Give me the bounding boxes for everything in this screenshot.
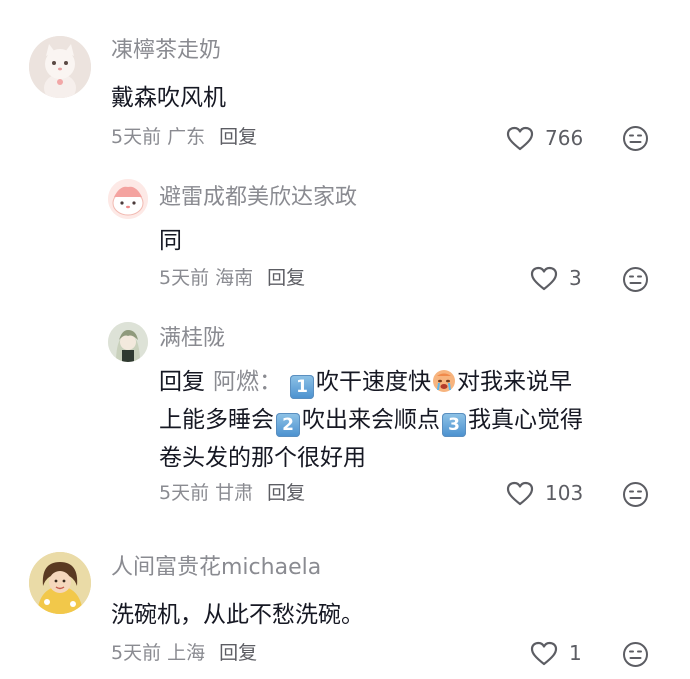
crying-emoji-icon [433,370,455,392]
neutral-face-icon[interactable] [622,125,649,156]
comment-text: 同 [159,228,182,254]
neutral-face-icon[interactable] [622,266,649,297]
comment-line: 回复 阿燃： 1 吹干速度快 对我来说早 [159,363,669,401]
neutral-face-icon[interactable] [622,641,649,672]
region: 海南 [215,267,254,289]
username[interactable]: 满桂陇 [159,328,225,350]
like-count: 766 [545,126,584,150]
like-count: 1 [569,641,582,665]
comment-meta: 5天前 海南 回复 [159,269,305,288]
reply-item: 避雷成都美欣达家政 同 5天前 海南 回复 3 [0,170,690,310]
comment-line: 上能多睡会 2 吹出来会顺点 3 我真心觉得 [159,401,669,439]
heart-outline-icon[interactable] [530,266,558,295]
comment-meta: 5天前 上海 回复 [111,644,257,663]
reply-item: 满桂陇 回复 阿燃： 1 吹干速度快 对我来说早 上能多睡会 2 吹出来会顺点 3 我真心觉得 … [0,310,690,530]
timestamp: 5天前 [159,267,210,289]
region: 甘肃 [215,482,254,504]
text-segment: 吹出来会顺点 [302,407,440,433]
comment-meta: 5天前 甘肃 回复 [159,484,305,503]
cat-avatar-icon [29,36,91,98]
reply-button[interactable]: 回复 [267,267,305,289]
like-count: 3 [569,266,582,290]
text-segment: 我真心觉得 [468,407,583,433]
avatar[interactable] [29,36,91,98]
username[interactable]: 凍檸茶走奶 [111,40,221,62]
comment-item: 人间富贵花michaela 洗碗机，从此不愁洗碗。 5天前 上海 回复 1 [0,530,690,679]
timestamp: 5天前 [159,482,210,504]
keycap-3-icon: 3 [442,413,466,437]
avatar[interactable] [29,552,91,614]
username[interactable]: 避雷成都美欣达家政 [159,187,357,209]
comment-text: 洗碗机，从此不愁洗碗。 [111,602,364,628]
reply-button[interactable]: 回复 [219,126,257,148]
text-segment: 吹干速度快 [316,369,431,395]
reply-target[interactable]: 阿燃： [213,369,282,395]
timestamp: 5天前 [111,126,162,148]
text-segment: 对我来说早 [457,369,572,395]
text-segment: 上能多睡会 [159,407,274,433]
region: 上海 [167,642,206,664]
avatar[interactable] [108,322,148,362]
keycap-1-icon: 1 [290,375,314,399]
region: 广东 [167,126,206,148]
comment-text: 戴森吹风机 [111,85,226,111]
anime-avatar-icon [108,322,148,362]
avatar[interactable] [108,179,148,219]
comment-item: 凍檸茶走奶 戴森吹风机 5天前 广东 回复 766 [0,0,690,170]
timestamp: 5天前 [111,642,162,664]
reply-button[interactable]: 回复 [267,482,305,504]
neutral-face-icon[interactable] [622,481,649,512]
reply-button[interactable]: 回复 [219,642,257,664]
reply-prefix: 回复 [159,369,205,395]
girl-avatar-icon [29,552,91,614]
comment-text: 回复 阿燃： 1 吹干速度快 对我来说早 上能多睡会 2 吹出来会顺点 3 我真心觉得 卷头发的… [159,363,669,477]
like-count: 103 [545,481,584,505]
comment-meta: 5天前 广东 回复 [111,128,257,147]
keycap-2-icon: 2 [276,413,300,437]
heart-outline-icon[interactable] [530,641,558,670]
heart-outline-icon[interactable] [506,126,534,155]
comment-line: 卷头发的那个很好用 [159,445,366,471]
cartoon-avatar-icon [108,179,148,219]
username[interactable]: 人间富贵花michaela [111,557,321,579]
heart-outline-icon[interactable] [506,481,534,510]
